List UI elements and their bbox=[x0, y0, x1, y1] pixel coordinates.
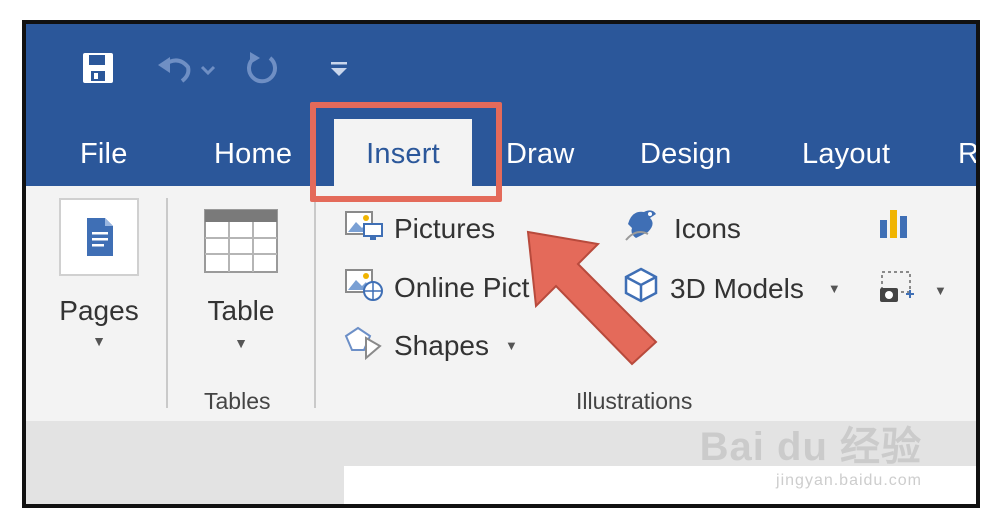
shapes-label: Shapes bbox=[394, 329, 489, 361]
illustrations-group-label: Illustrations bbox=[576, 388, 693, 414]
ribbon-panel: Pages ▼ Table ▼ Tables Pictures Online P… bbox=[26, 186, 976, 421]
save-button[interactable] bbox=[78, 50, 118, 90]
3d-models-label: 3D Models bbox=[670, 272, 804, 304]
tab-draw[interactable]: Draw bbox=[506, 119, 574, 189]
chart-button[interactable] bbox=[878, 208, 910, 247]
group-divider bbox=[314, 198, 316, 408]
pictures-icon bbox=[344, 208, 384, 249]
tab-home[interactable]: Home bbox=[214, 119, 292, 189]
redo-button[interactable] bbox=[240, 50, 284, 90]
watermark-url: jingyan.baidu.com bbox=[776, 472, 922, 489]
customize-dropdown-icon bbox=[328, 57, 350, 84]
online-pictures-icon bbox=[344, 266, 384, 309]
save-icon bbox=[81, 51, 115, 90]
group-divider bbox=[166, 198, 168, 408]
chevron-down-icon: ▼ bbox=[234, 335, 248, 351]
shapes-button[interactable]: Shapes ▼ bbox=[344, 324, 518, 367]
watermark-brand: Bai du 经验 bbox=[699, 425, 922, 469]
table-label: Table bbox=[207, 295, 275, 326]
tab-layout[interactable]: Layout bbox=[802, 119, 890, 189]
shapes-icon bbox=[344, 324, 384, 367]
pages-label: Pages bbox=[59, 295, 139, 326]
pointer-arrow-icon bbox=[506, 214, 676, 389]
page-icon bbox=[59, 198, 139, 281]
pictures-button[interactable]: Pictures bbox=[344, 208, 495, 249]
chart-icon bbox=[878, 208, 910, 247]
chevron-down-icon: ▼ bbox=[934, 283, 947, 298]
tables-group-label: Tables bbox=[204, 388, 271, 414]
quick-access-toolbar bbox=[26, 24, 976, 114]
screenshot-button[interactable]: ▼ bbox=[878, 270, 947, 311]
table-button[interactable]: Table ▼ bbox=[196, 208, 286, 351]
chevron-down-icon: ▼ bbox=[827, 281, 841, 296]
tab-file[interactable]: File bbox=[80, 119, 128, 189]
pictures-label: Pictures bbox=[394, 212, 496, 244]
redo-icon bbox=[244, 50, 280, 91]
undo-icon bbox=[156, 51, 218, 90]
tab-design[interactable]: Design bbox=[640, 119, 731, 189]
word-window: File Home Insert Draw Design Layout R Pa… bbox=[22, 20, 980, 508]
baidu-watermark: Bai du 经验 jingyan.baidu.com bbox=[700, 414, 922, 490]
table-icon bbox=[203, 208, 279, 279]
highlight-box bbox=[310, 102, 502, 202]
customize-toolbar-button[interactable] bbox=[324, 50, 354, 90]
screenshot-icon bbox=[878, 270, 918, 311]
tab-references[interactable]: R bbox=[958, 119, 976, 189]
undo-button[interactable] bbox=[152, 50, 222, 90]
icons-label: Icons bbox=[674, 212, 741, 244]
chevron-down-icon: ▼ bbox=[92, 333, 106, 349]
pages-button[interactable]: Pages ▼ bbox=[54, 198, 144, 349]
online-pictures-button[interactable]: Online Pict bbox=[344, 266, 529, 309]
